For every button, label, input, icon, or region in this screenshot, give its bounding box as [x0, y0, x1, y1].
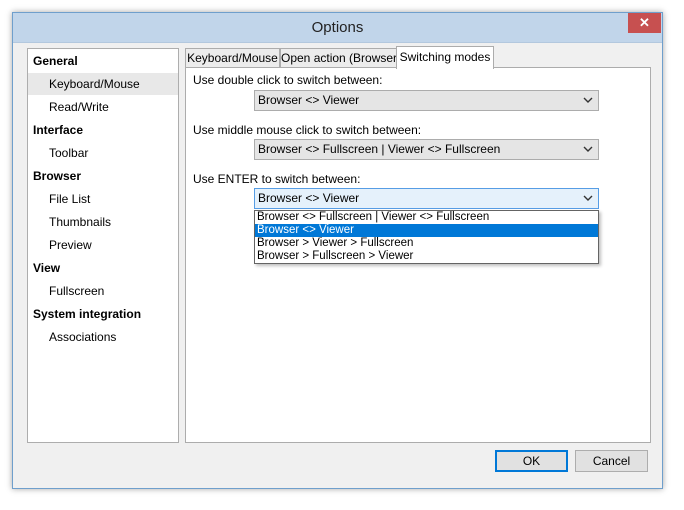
tab-label: Keyboard/Mouse [187, 51, 278, 65]
tab-switching-modes[interactable]: Switching modes [396, 46, 494, 69]
chevron-down-icon [583, 195, 593, 201]
nav-associations[interactable]: Associations [28, 326, 178, 348]
dropdown-option-selected[interactable]: Browser <> Viewer [255, 224, 598, 237]
ok-button[interactable]: OK [495, 450, 568, 472]
nav-keyboard-mouse[interactable]: Keyboard/Mouse [28, 73, 178, 95]
options-tree: General Keyboard/Mouse Read/Write Interf… [27, 48, 179, 443]
middle-click-value: Browser <> Fullscreen | Viewer <> Fullsc… [258, 142, 501, 156]
dropdown-option[interactable]: Browser <> Fullscreen | Viewer <> Fullsc… [255, 211, 598, 224]
tab-open-action[interactable]: Open action (Browser) [280, 48, 401, 68]
title-bar[interactable]: Options ✕ [13, 13, 662, 43]
close-icon: ✕ [639, 15, 650, 30]
nav-label: Fullscreen [49, 284, 105, 298]
tab-label: Open action (Browser) [281, 51, 402, 65]
double-click-value: Browser <> Viewer [258, 93, 360, 107]
close-button[interactable]: ✕ [628, 13, 661, 33]
nav-label: Read/Write [49, 100, 109, 114]
enter-dropdown-list: Browser <> Fullscreen | Viewer <> Fullsc… [254, 210, 599, 264]
tab-label: Switching modes [399, 50, 491, 64]
nav-label: File List [49, 192, 91, 206]
nav-general[interactable]: General [28, 50, 178, 72]
enter-label: Use ENTER to switch between: [193, 172, 361, 186]
double-click-label: Use double click to switch between: [193, 73, 383, 87]
nav-file-list[interactable]: File List [28, 188, 178, 210]
nav-label: Associations [49, 330, 117, 344]
middle-click-select[interactable]: Browser <> Fullscreen | Viewer <> Fullsc… [254, 139, 599, 160]
middle-click-label: Use middle mouse click to switch between… [193, 123, 422, 137]
nav-view[interactable]: View [28, 257, 178, 279]
chevron-down-icon [583, 146, 593, 152]
nav-label: General [33, 54, 78, 68]
nav-toolbar[interactable]: Toolbar [28, 142, 178, 164]
nav-browser[interactable]: Browser [28, 165, 178, 187]
switching-modes-panel: Use double click to switch between: Brow… [185, 67, 651, 443]
nav-label: Keyboard/Mouse [49, 77, 140, 91]
nav-label: Browser [33, 169, 82, 183]
cancel-button[interactable]: Cancel [575, 450, 648, 472]
nav-label: View [33, 261, 61, 275]
double-click-select[interactable]: Browser <> Viewer [254, 90, 599, 111]
nav-system-integration[interactable]: System integration [28, 303, 178, 325]
nav-label: Thumbnails [49, 215, 112, 229]
window-title: Options [311, 19, 364, 36]
nav-read-write[interactable]: Read/Write [28, 96, 178, 118]
enter-value: Browser <> Viewer [258, 191, 360, 205]
nav-label: Preview [49, 238, 92, 252]
dropdown-option[interactable]: Browser > Viewer > Fullscreen [255, 237, 598, 250]
nav-preview[interactable]: Preview [28, 234, 178, 256]
dropdown-option[interactable]: Browser > Fullscreen > Viewer [255, 250, 598, 263]
nav-label: Interface [33, 123, 84, 137]
nav-label: System integration [33, 307, 142, 321]
options-window: Options ✕ General Keyboard/Mouse Read/Wr… [12, 12, 663, 489]
nav-fullscreen[interactable]: Fullscreen [28, 280, 178, 302]
chevron-down-icon [583, 97, 593, 103]
nav-interface[interactable]: Interface [28, 119, 178, 141]
nav-label: Toolbar [49, 146, 89, 160]
tab-keyboard-mouse[interactable]: Keyboard/Mouse [185, 48, 280, 68]
enter-select[interactable]: Browser <> Viewer [254, 188, 599, 209]
nav-thumbnails[interactable]: Thumbnails [28, 211, 178, 233]
